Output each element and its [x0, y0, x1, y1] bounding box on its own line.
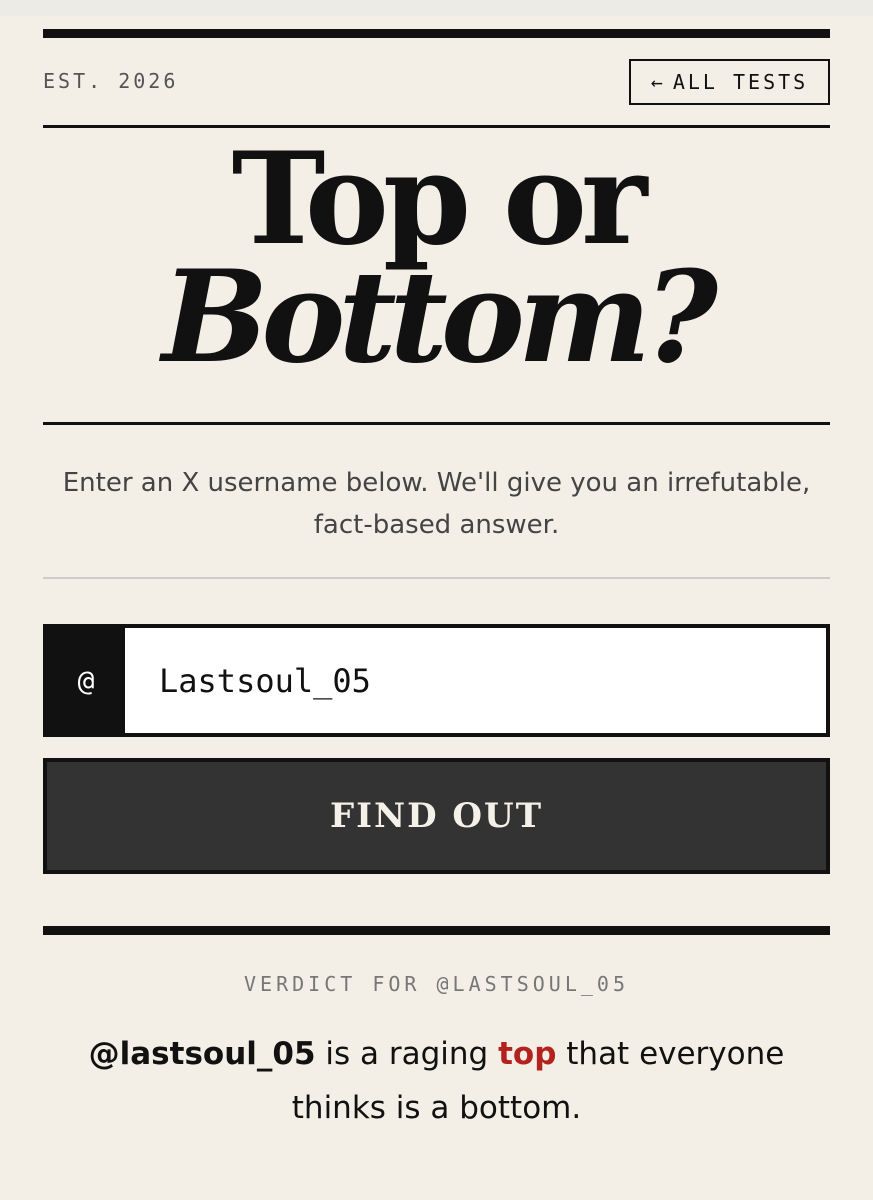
verdict-accent-word: top [498, 1036, 557, 1072]
title-line-1: Top or [231, 125, 648, 273]
est-label: EST. 2026 [43, 69, 179, 93]
at-prefix: @ [47, 628, 125, 733]
find-out-button[interactable]: FIND OUT [43, 758, 830, 874]
arrow-left-icon: ← [650, 70, 663, 94]
verdict-handle: @lastsoul_05 [88, 1036, 316, 1072]
verdict-text-before: is a raging [315, 1036, 499, 1072]
intro-text: Enter an X username below. We'll give yo… [62, 468, 811, 540]
username-input[interactable] [125, 628, 826, 733]
result-divider [43, 926, 830, 935]
title-line-2: Bottom? [161, 243, 718, 391]
title-divider [43, 422, 830, 425]
top-strip [0, 0, 873, 16]
all-tests-label: ALL TESTS [672, 70, 809, 94]
all-tests-button[interactable]: ← ALL TESTS [629, 59, 830, 105]
top-rule [43, 29, 830, 38]
intro-divider [43, 577, 830, 579]
username-field: @ [43, 624, 830, 737]
verdict-label: VERDICT FOR @LASTSOUL_05 [244, 972, 629, 996]
verdict-text: @lastsoul_05 is a raging top that everyo… [60, 1027, 813, 1135]
page-title: Top or Bottom? [0, 125, 873, 391]
